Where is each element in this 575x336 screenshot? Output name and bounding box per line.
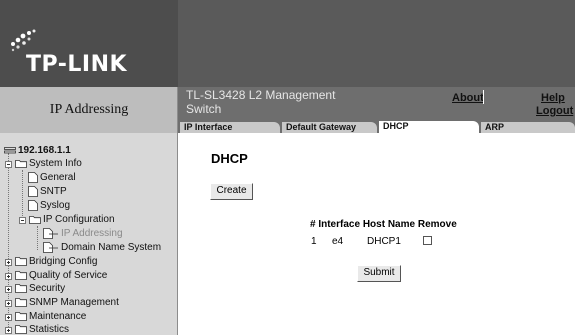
tree-line — [22, 170, 23, 222]
sidebar-item-system-info[interactable]: System Info — [15, 158, 82, 170]
folder-icon — [15, 298, 27, 308]
switch-icon — [4, 146, 16, 154]
column-header: Interface — [318, 219, 361, 230]
sidebar-item-quality-of-service[interactable]: Quality of Service — [15, 270, 107, 282]
sidebar-item-snmp-management[interactable]: SNMP Management — [15, 297, 119, 309]
sidebar-item-label: Maintenance — [29, 311, 87, 322]
product-name-line2: Switch — [186, 102, 222, 116]
sidebar-item-label: General — [40, 172, 76, 184]
sidebar-item-domain-name-system[interactable]: Domain Name System — [43, 242, 161, 254]
folder-icon — [15, 284, 27, 294]
top-nav: TL-SL3428 L2 Management Switch About Hel… — [178, 87, 575, 119]
column-header: # — [310, 219, 316, 230]
header-bar: TP-LINK — [0, 0, 575, 87]
table-header: # Interface Host Name Remove — [310, 219, 457, 230]
folder-icon — [15, 257, 27, 267]
expand-toggle-icon[interactable] — [5, 327, 12, 334]
logo-dots-icon — [11, 29, 36, 52]
expand-toggle-icon[interactable] — [5, 259, 12, 266]
sidebar-item-general[interactable]: General — [28, 172, 76, 184]
column-header: Remove — [417, 219, 457, 230]
page-icon — [43, 228, 58, 239]
page-icon — [43, 242, 58, 253]
sidebar-item-maintenance[interactable]: Maintenance — [15, 311, 86, 323]
tab-default-gateway[interactable]: Default Gateway — [282, 122, 377, 133]
page-icon — [28, 186, 38, 197]
folder-icon — [15, 312, 27, 322]
sidebar-item-label: SNMP Management — [29, 297, 119, 308]
sidebar-item-label: Quality of Service — [29, 270, 108, 281]
section-banner: IP Addressing — [0, 87, 178, 133]
link-divider — [483, 90, 484, 104]
sidebar-item-label: IP Configuration — [43, 214, 115, 225]
sidebar-item-label: Statistics — [29, 324, 70, 335]
expand-toggle-icon[interactable] — [5, 314, 12, 321]
row-host-name: DHCP1 — [367, 236, 401, 247]
tab-bar: IP Interface Default Gateway DHCP ARP — [178, 119, 575, 133]
expand-toggle-icon[interactable] — [5, 286, 12, 293]
sidebar-item-label: Syslog — [40, 200, 71, 212]
tree-line — [37, 226, 38, 250]
sidebar-item-syslog[interactable]: Syslog — [28, 200, 70, 212]
tab-dhcp[interactable]: DHCP — [379, 121, 479, 133]
submit-button[interactable]: Submit — [357, 265, 401, 282]
folder-open-icon — [29, 216, 41, 225]
collapse-toggle-icon[interactable] — [5, 161, 12, 168]
row-number: 1 — [311, 236, 317, 247]
sidebar-item-label: SNTP — [40, 186, 67, 198]
sidebar-item-label: Bridging Config — [29, 256, 98, 267]
tree-root[interactable]: 192.168.1.1 — [4, 145, 71, 157]
sidebar-item-label: Domain Name System — [61, 242, 162, 254]
tree-root-label: 192.168.1.1 — [18, 145, 71, 156]
product-name: TL-SL3428 L2 Management Switch — [186, 88, 386, 116]
sidebar-item-statistics[interactable]: Statistics — [15, 324, 69, 336]
product-name-line1: TL-SL3428 L2 Management — [186, 88, 336, 102]
tab-arp[interactable]: ARP — [481, 122, 575, 133]
folder-icon — [15, 271, 27, 281]
folder-open-icon — [15, 160, 27, 169]
sidebar-tree: 192.168.1.1 System Info General SNTP Sys… — [0, 133, 178, 335]
sidebar-item-ip-addressing[interactable]: IP Addressing — [43, 228, 123, 240]
row-interface: e4 — [332, 236, 344, 247]
sidebar-item-label: IP Addressing — [61, 228, 123, 240]
page-title: DHCP — [211, 151, 248, 166]
page-icon — [28, 200, 38, 211]
remove-checkbox[interactable] — [423, 236, 432, 245]
sidebar-item-bridging-config[interactable]: Bridging Config — [15, 256, 97, 268]
tab-ip-interface[interactable]: IP Interface — [180, 122, 280, 133]
logo-panel: TP-LINK — [0, 0, 178, 87]
sidebar-item-security[interactable]: Security — [15, 283, 65, 295]
expand-toggle-icon[interactable] — [5, 273, 12, 280]
sidebar-item-label: System Info — [29, 158, 82, 169]
logout-link[interactable]: Logout — [536, 105, 573, 117]
section-title: IP Addressing — [49, 102, 129, 117]
page-icon — [28, 172, 38, 183]
sidebar-item-sntp[interactable]: SNTP — [28, 186, 67, 198]
column-header: Host Name — [362, 219, 416, 230]
folder-icon — [15, 325, 27, 335]
sidebar-item-ip-configuration[interactable]: IP Configuration — [29, 214, 115, 226]
help-link[interactable]: Help — [541, 92, 565, 104]
sidebar-item-label: Security — [29, 283, 66, 294]
brand-logo: TP-LINK — [26, 52, 128, 77]
expand-toggle-icon[interactable] — [5, 300, 12, 307]
create-button[interactable]: Create — [210, 183, 253, 200]
collapse-toggle-icon[interactable] — [19, 217, 26, 224]
about-link[interactable]: About — [452, 92, 484, 104]
